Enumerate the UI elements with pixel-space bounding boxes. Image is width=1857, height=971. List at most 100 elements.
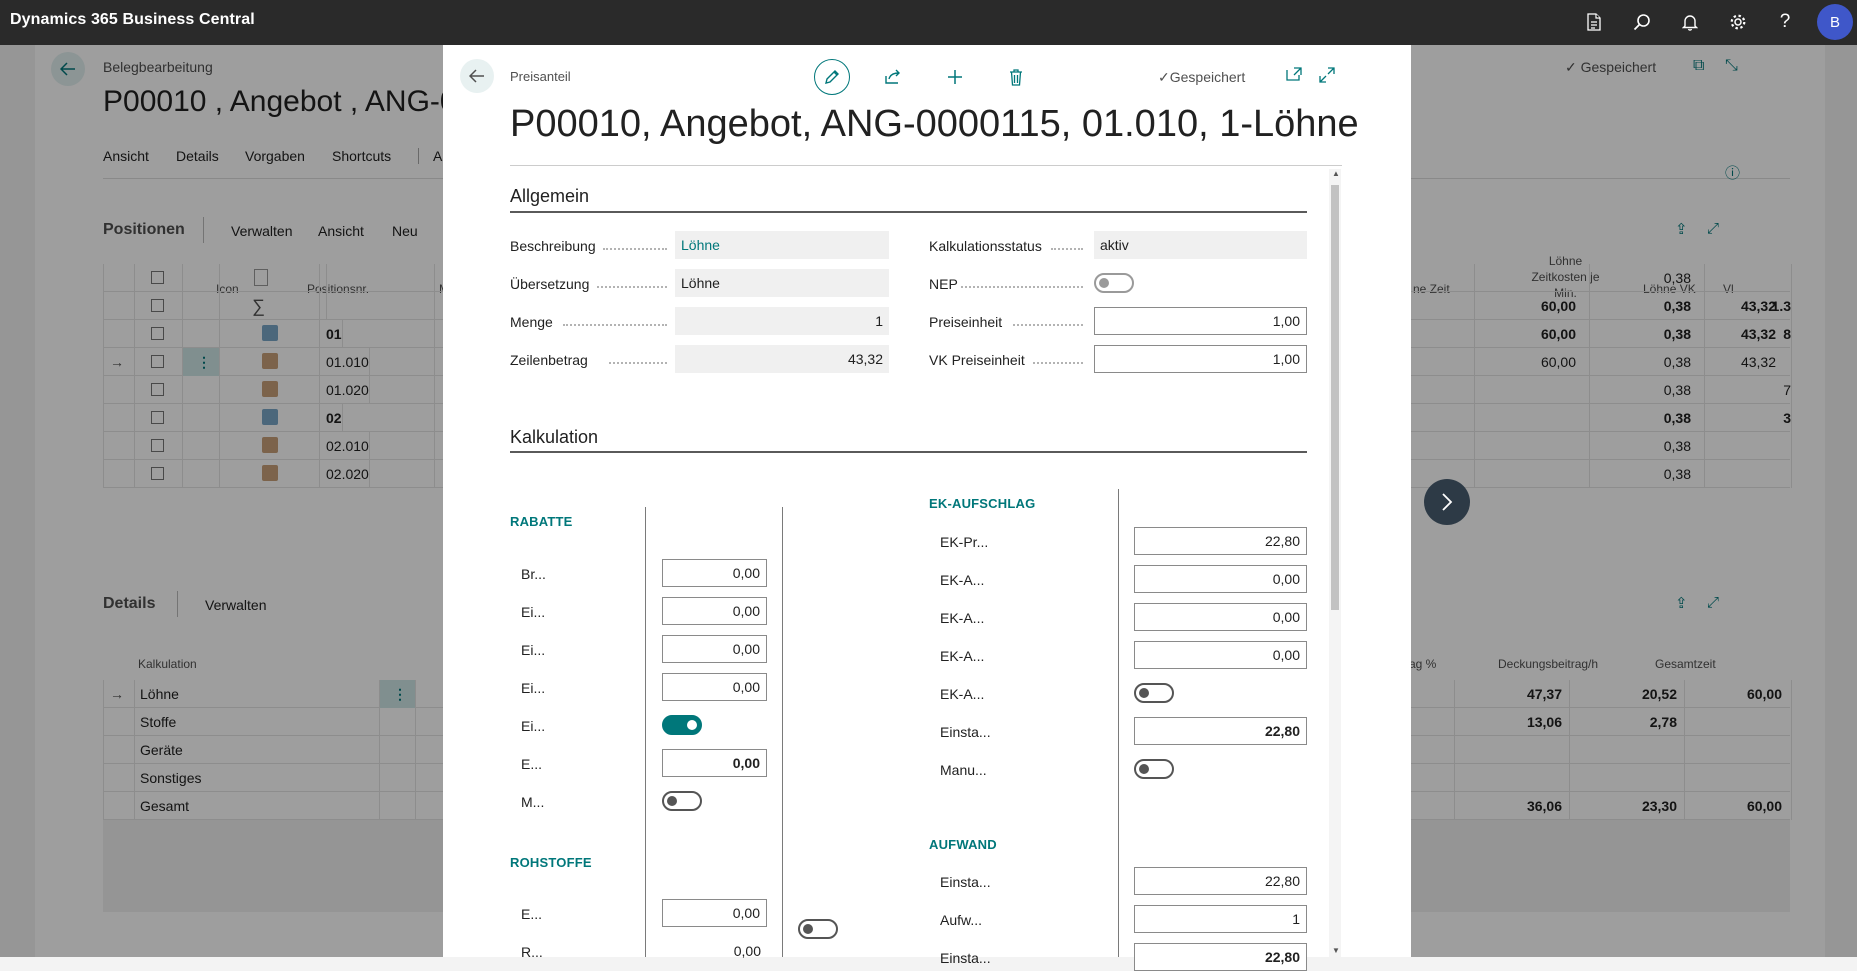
field-toggle[interactable] <box>1134 683 1174 703</box>
expand-icon[interactable] <box>1319 67 1335 86</box>
beschreibung-label: Beschreibung <box>510 238 596 254</box>
help-icon[interactable]: ? <box>1773 10 1797 34</box>
dots <box>1033 362 1083 364</box>
dialog-title: P00010, Angebot, ANG-0000115, 01.010, 1-… <box>510 103 1359 145</box>
menge-label: Menge <box>510 314 553 330</box>
field-input[interactable]: 0,00 <box>662 635 767 663</box>
field-label: E... <box>521 756 543 772</box>
section-line <box>510 451 1307 453</box>
field-toggle[interactable] <box>662 715 702 735</box>
preiseinheit-input[interactable]: 1,00 <box>1094 307 1307 335</box>
zeilenbetrag-label: Zeilenbetrag <box>510 352 588 368</box>
top-bar: Dynamics 365 Business Central ? B <box>0 0 1857 45</box>
field-input[interactable]: 0,00 <box>662 597 767 625</box>
column-divider <box>782 507 783 957</box>
field-label: Ei... <box>521 718 546 734</box>
dots <box>603 248 667 250</box>
bell-icon[interactable] <box>1678 10 1702 34</box>
field-input[interactable]: 0,00 <box>662 559 767 587</box>
scrollbar[interactable]: ▲ ▼ <box>1329 169 1341 957</box>
field-label: Ei... <box>521 642 546 658</box>
beschreibung-value[interactable]: Löhne <box>675 231 889 259</box>
uebersetzung-label: Übersetzung <box>510 276 590 292</box>
field-label: EK-Pr... <box>940 534 989 550</box>
add-icon[interactable] <box>937 59 973 95</box>
next-record-button[interactable] <box>1424 479 1470 525</box>
avatar[interactable]: B <box>1817 4 1853 40</box>
uebersetzung-value: Löhne <box>675 269 889 297</box>
field-label: Einsta... <box>940 950 991 966</box>
group-aufwand-title: AUFWAND <box>929 837 997 852</box>
field-label: EK-A... <box>940 610 985 626</box>
menge-value: 1 <box>675 307 889 335</box>
scroll-down-icon[interactable]: ▼ <box>1332 946 1340 955</box>
field-label: R... <box>521 944 543 960</box>
column-divider <box>645 507 646 957</box>
group-ek-aufschlag-title: EK-AUFSCHLAG <box>929 496 1036 511</box>
group-rabatte-title: RABATTE <box>510 514 573 529</box>
field-label: Einsta... <box>940 724 991 740</box>
group-rohstoffe-title: ROHSTOFFE <box>510 855 592 870</box>
breadcrumb[interactable]: Preisanteil <box>510 69 571 84</box>
dots <box>609 362 667 364</box>
share-icon[interactable] <box>875 59 911 95</box>
field-label: EK-A... <box>940 572 985 588</box>
toggle-knob <box>1139 764 1149 774</box>
toggle-knob <box>687 720 697 730</box>
dots <box>1013 324 1083 326</box>
field-input[interactable]: 0,00 <box>662 749 767 777</box>
column-divider <box>1118 489 1119 957</box>
field-input[interactable]: 22,80 <box>1134 943 1307 971</box>
delete-icon[interactable] <box>998 59 1034 95</box>
field-label: E... <box>521 906 543 922</box>
section-line <box>510 211 1307 213</box>
field-input[interactable]: 22,80 <box>1134 527 1307 555</box>
kalkulationsstatus-label: Kalkulationsstatus <box>929 238 1042 254</box>
field-input[interactable]: 22,80 <box>1134 717 1307 745</box>
field-label: EK-A... <box>940 648 985 664</box>
section-kalkulation-title[interactable]: Kalkulation <box>510 427 598 448</box>
vk-preiseinheit-input[interactable]: 1,00 <box>1094 345 1307 373</box>
field-input[interactable]: 0,00 <box>1134 603 1307 631</box>
toggle-knob <box>667 796 677 806</box>
dots <box>597 286 667 288</box>
dots <box>1051 248 1083 250</box>
field-toggle[interactable] <box>662 791 702 811</box>
field-input[interactable]: 1 <box>1134 905 1307 933</box>
field-input[interactable]: 0,00 <box>662 899 767 927</box>
dots <box>961 286 1083 288</box>
field-input[interactable]: 22,80 <box>1134 867 1307 895</box>
field-label: Ei... <box>521 680 546 696</box>
field-label: M... <box>521 794 545 810</box>
document-icon[interactable] <box>1582 10 1606 34</box>
app-name[interactable]: Dynamics 365 Business Central <box>10 11 255 29</box>
field-label: EK-A... <box>940 686 985 702</box>
back-icon[interactable] <box>460 59 494 93</box>
dots <box>563 324 667 326</box>
field-input[interactable]: 0,00 <box>1134 565 1307 593</box>
price-component-dialog: Preisanteil ✓Gespeichert P00010, Angebot… <box>443 45 1411 971</box>
field-value: 0,00 <box>733 943 761 959</box>
checkmark-icon: ✓ <box>1158 69 1170 85</box>
field-label: Einsta... <box>940 874 991 890</box>
section-allgemein-title[interactable]: Allgemein <box>510 186 589 207</box>
field-label: Ei... <box>521 604 546 620</box>
scroll-up-icon[interactable]: ▲ <box>1332 169 1340 178</box>
search-icon[interactable] <box>1630 10 1654 34</box>
open-new-window-icon[interactable] <box>1286 67 1302 84</box>
rohstoffe-toggle[interactable] <box>798 919 838 939</box>
preiseinheit-label: Preiseinheit <box>929 314 1003 330</box>
nep-toggle[interactable] <box>1094 273 1134 293</box>
field-label: Manu... <box>940 762 987 778</box>
scrollbar-thumb[interactable] <box>1331 185 1339 610</box>
field-label: Aufw... <box>940 912 983 928</box>
gear-icon[interactable] <box>1726 10 1750 34</box>
zeilenbetrag-value: 43,32 <box>675 345 889 373</box>
toggle-knob <box>1139 688 1149 698</box>
edit-icon[interactable] <box>814 59 850 95</box>
field-toggle[interactable] <box>1134 759 1174 779</box>
field-input[interactable]: 0,00 <box>1134 641 1307 669</box>
kalkulationsstatus-value: aktiv <box>1094 231 1307 259</box>
field-label: Br... <box>521 566 546 582</box>
field-input[interactable]: 0,00 <box>662 673 767 701</box>
